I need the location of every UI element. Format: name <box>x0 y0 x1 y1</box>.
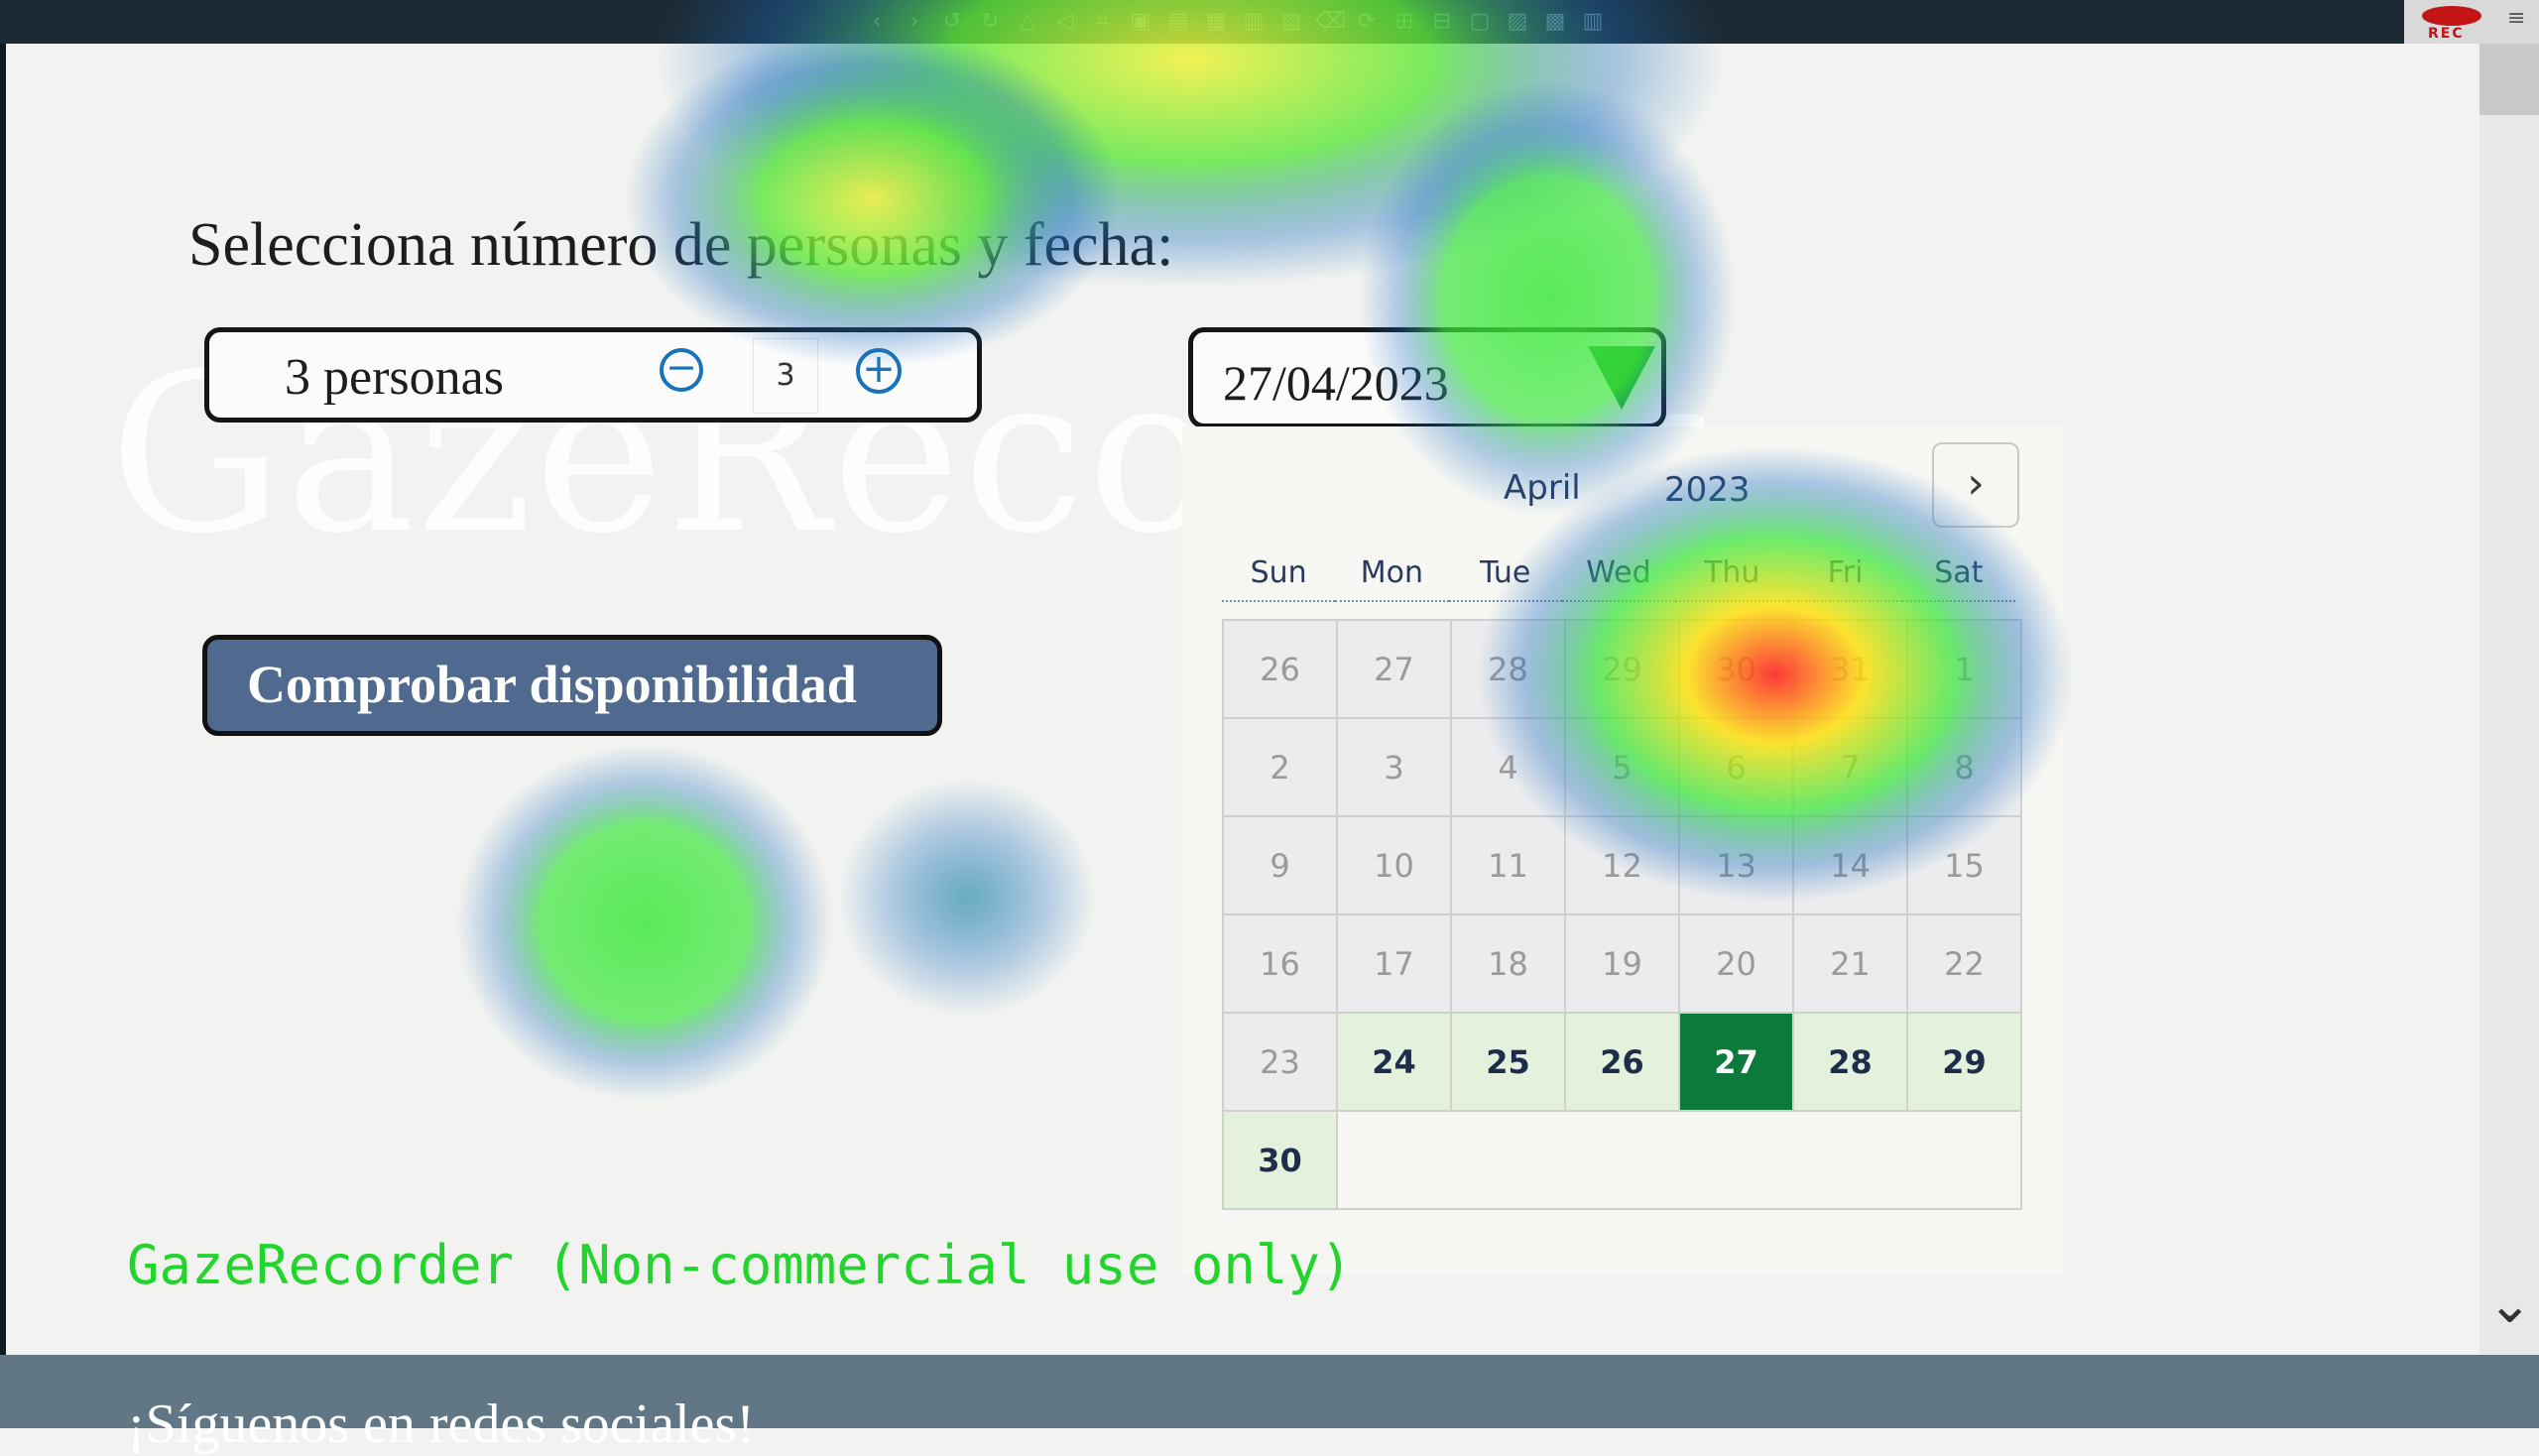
calendar-day[interactable]: 29 <box>1908 1014 2022 1112</box>
calendar-day: 11 <box>1452 817 1566 915</box>
weekday-header: Sun Mon Tue Wed Thu Fri Sat <box>1222 555 2015 602</box>
weekday-wed: Wed <box>1561 555 1676 602</box>
dropdown-arrow-icon[interactable] <box>1588 346 1655 410</box>
calendar-grid: 26 27 28 29 30 31 1 2 3 4 5 6 7 8 9 10 11 12 13 14 15 16 17 18 1… <box>1222 619 2022 1210</box>
calendar-day: 4 <box>1452 719 1566 817</box>
calendar-day: 15 <box>1908 817 2022 915</box>
copy-icon[interactable]: ▥ <box>1240 8 1268 36</box>
date-picker-field[interactable]: 27/04/2023 <box>1188 327 1666 428</box>
recording-label: REC <box>2428 26 2465 42</box>
eraser-icon[interactable]: ⌫ <box>1315 8 1346 36</box>
weekday-thu: Thu <box>1675 555 1789 602</box>
highlight-icon[interactable]: ▦ <box>1202 8 1230 36</box>
delete-icon[interactable]: ▧ <box>1277 8 1305 36</box>
chat-icon[interactable]: ▢ <box>1466 8 1494 36</box>
minus-icon[interactable]: − <box>660 348 703 392</box>
toolbar-icons: ‹ › ↺ ↻ △ ◁ ⌗ ▣ ▤ ▦ ▥ ▧ ⌫ ⟳ ⊞ ⊟ ▢ ▨ ▩ ▥ <box>863 8 1607 36</box>
chevron-right-icon[interactable]: › <box>901 8 928 36</box>
calendar-day[interactable]: 28 <box>1794 1014 1908 1112</box>
scrollbar-thumb[interactable] <box>2479 44 2539 115</box>
calendar-day: 9 <box>1224 817 1338 915</box>
footer-text: ¡Síguenos en redes sociales! <box>127 1394 755 1455</box>
calendar-day: 7 <box>1794 719 1908 817</box>
recording-indicator[interactable]: REC ≡ <box>2404 0 2539 44</box>
calendar-icon[interactable]: ▩ <box>1541 8 1569 36</box>
calendar-empty-cell <box>1680 1112 1794 1210</box>
persons-label: 3 personas <box>285 349 504 406</box>
calendar-empty-cell <box>1794 1112 1908 1210</box>
calendar-day[interactable]: 24 <box>1338 1014 1452 1112</box>
weekday-tue: Tue <box>1448 555 1562 602</box>
calendar-day: 14 <box>1794 817 1908 915</box>
calendar-day: 19 <box>1566 915 1680 1014</box>
page-heading: Selecciona número de personas y fecha: <box>188 211 1174 279</box>
date-value: 27/04/2023 <box>1223 355 1449 411</box>
top-toolbar: ‹ › ↺ ↻ △ ◁ ⌗ ▣ ▤ ▦ ▥ ▧ ⌫ ⟳ ⊞ ⊟ ▢ ▨ ▩ ▥ REC ≡ <box>0 0 2539 44</box>
calendar-day: 23 <box>1224 1014 1338 1112</box>
calendar-empty-cell <box>1566 1112 1680 1210</box>
redo-icon[interactable]: ↻ <box>976 8 1004 36</box>
weekday-sun: Sun <box>1222 555 1336 602</box>
calendar-empty-cell <box>1338 1112 1452 1210</box>
calendar-day[interactable]: 25 <box>1452 1014 1566 1112</box>
calendar-day[interactable]: 30 <box>1224 1112 1338 1210</box>
footer: ¡Síguenos en redes sociales! <box>0 1355 2539 1455</box>
calendar-day: 3 <box>1338 719 1452 817</box>
undo-icon[interactable]: ↺ <box>938 8 966 36</box>
scroll-down-icon[interactable]: ⌄ <box>2487 1270 2532 1339</box>
calendar-day: 29 <box>1566 621 1680 719</box>
calendar-day: 13 <box>1680 817 1794 915</box>
calendar-day: 2 <box>1224 719 1338 817</box>
calendar-day[interactable]: 26 <box>1566 1014 1680 1112</box>
calendar-day: 10 <box>1338 817 1452 915</box>
calendar-empty-cell <box>1452 1112 1566 1210</box>
calendar-day: 5 <box>1566 719 1680 817</box>
triangle-left-icon[interactable]: ◁ <box>1051 8 1079 36</box>
calendar-day: 20 <box>1680 915 1794 1014</box>
triangle-icon[interactable]: △ <box>1014 8 1041 36</box>
chevron-left-icon[interactable]: ‹ <box>863 8 891 36</box>
next-month-button[interactable]: › <box>1932 442 2019 528</box>
weekday-fri: Fri <box>1788 555 1902 602</box>
plus-icon[interactable]: + <box>856 348 902 394</box>
lock-icon[interactable]: ▤ <box>1164 8 1192 36</box>
calendar-day-selected[interactable]: 27 <box>1680 1014 1794 1112</box>
calendar-year[interactable]: 2023 <box>1664 470 1751 510</box>
check-availability-button[interactable]: Comprobar disponibilidad <box>202 635 942 736</box>
calendar-day: 27 <box>1338 621 1452 719</box>
calendar-day: 8 <box>1908 719 2022 817</box>
calendar-day: 18 <box>1452 915 1566 1014</box>
calendar-day: 1 <box>1908 621 2022 719</box>
image-icon[interactable]: ▨ <box>1504 8 1531 36</box>
calendar-day: 6 <box>1680 719 1794 817</box>
rotate-icon[interactable]: ⟳ <box>1353 8 1381 36</box>
frame-icon[interactable]: ▣ <box>1127 8 1154 36</box>
window-left-edge <box>0 44 6 1355</box>
calendar-day: 21 <box>1794 915 1908 1014</box>
quantity-field[interactable]: 3 <box>753 338 818 414</box>
crop-icon[interactable]: ⌗ <box>1089 8 1117 36</box>
calendar-day: 22 <box>1908 915 2022 1014</box>
record-dot-icon <box>2422 6 2481 26</box>
gazerecorder-label: GazeRecorder (Non-commercial use only) <box>127 1234 1353 1296</box>
persons-selector: 3 personas − 3 + <box>204 327 982 423</box>
menu-icon[interactable]: ≡ <box>2507 8 2529 30</box>
weekday-sat: Sat <box>1901 555 2015 602</box>
calendar-day: 17 <box>1338 915 1452 1014</box>
grid-icon[interactable]: ⊞ <box>1390 8 1418 36</box>
calendar-day: 12 <box>1566 817 1680 915</box>
trash-icon[interactable]: ▥ <box>1579 8 1607 36</box>
calendar-day: 28 <box>1452 621 1566 719</box>
calendar-day: 16 <box>1224 915 1338 1014</box>
calendar-day: 26 <box>1224 621 1338 719</box>
calendar-day: 30 <box>1680 621 1794 719</box>
calendar-day: 31 <box>1794 621 1908 719</box>
scrollbar[interactable] <box>2479 44 2539 1355</box>
calendar-month[interactable]: April <box>1504 468 1581 508</box>
calendar-empty-cell <box>1908 1112 2022 1210</box>
grid-active-icon[interactable]: ⊟ <box>1428 8 1456 36</box>
weekday-mon: Mon <box>1335 555 1449 602</box>
